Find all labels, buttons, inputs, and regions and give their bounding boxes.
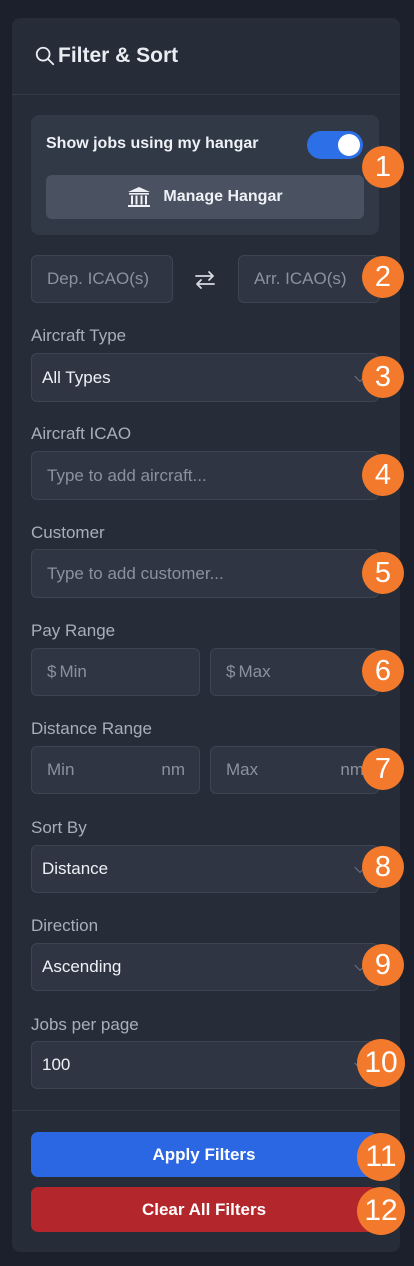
annotation-badge: 6	[362, 650, 404, 692]
direction-select[interactable]: Ascending	[31, 943, 379, 991]
distance-range-label: Distance Range	[31, 719, 152, 738]
annotation-badge: 1	[362, 146, 404, 188]
distance-min-placeholder: Min	[47, 760, 75, 779]
pay-range-label: Pay Range	[31, 621, 116, 640]
apply-filters-button[interactable]: Apply Filters	[31, 1132, 377, 1177]
distance-min-input[interactable]: Min nm	[31, 746, 200, 794]
aircraft-icao-input[interactable]: Type to add aircraft...	[31, 451, 379, 500]
customer-label: Customer	[31, 523, 105, 542]
arr-icao-placeholder: Arr. ICAO(s)	[254, 269, 347, 288]
annotation-badge: 12	[357, 1187, 405, 1235]
distance-max-placeholder: Max	[226, 760, 259, 779]
dep-icao-placeholder: Dep. ICAO(s)	[47, 269, 150, 288]
arr-icao-input[interactable]: Arr. ICAO(s)	[238, 255, 380, 303]
distance-max-input[interactable]: Max nm	[210, 746, 379, 794]
customer-placeholder: Type to add customer...	[47, 563, 224, 583]
dollar-sign: $	[47, 662, 57, 681]
annotation-badge: 7	[362, 748, 404, 790]
annotation-badge: 9	[362, 944, 404, 986]
pay-max-placeholder: Max	[238, 662, 271, 681]
pay-min-placeholder: Min	[59, 662, 87, 681]
aircraft-type-value: All Types	[42, 367, 111, 387]
hangar-toggle[interactable]	[307, 131, 363, 159]
jobs-per-page-value: 100	[42, 1055, 71, 1074]
pay-min-input[interactable]: $ Min	[31, 648, 200, 696]
annotation-badge: 3	[362, 356, 404, 398]
annotation-badge: 11	[357, 1133, 405, 1181]
annotation-badge: 5	[362, 552, 404, 594]
customer-input[interactable]: Type to add customer...	[31, 549, 379, 598]
aircraft-icao-label: Aircraft ICAO	[31, 424, 132, 443]
aircraft-type-select[interactable]: All Types	[31, 353, 379, 402]
hangar-building-icon	[128, 187, 151, 207]
actions-divider	[12, 1110, 400, 1111]
hangar-toggle-label: Show jobs using my hangar	[46, 135, 259, 152]
swap-arrows-icon[interactable]	[193, 268, 217, 292]
aircraft-type-label: Aircraft Type	[31, 326, 127, 345]
clear-filters-button[interactable]: Clear All Filters	[31, 1187, 377, 1232]
sort-by-label: Sort By	[31, 818, 87, 837]
panel-title: Filter & Sort	[58, 44, 179, 67]
jobs-per-page-label: Jobs per page	[31, 1015, 139, 1034]
sort-by-select[interactable]: Distance	[31, 845, 379, 893]
jobs-per-page-select[interactable]: 100	[31, 1041, 379, 1089]
distance-unit: nm	[161, 760, 185, 779]
aircraft-icao-placeholder: Type to add aircraft...	[47, 465, 207, 485]
annotation-badge: 2	[362, 256, 404, 298]
direction-value: Ascending	[42, 957, 122, 976]
annotation-badge: 4	[362, 454, 404, 496]
distance-unit: nm	[340, 760, 364, 779]
toggle-knob	[338, 134, 360, 156]
search-icon	[35, 46, 55, 66]
sort-by-value: Distance	[42, 859, 109, 878]
annotation-badge: 8	[362, 846, 404, 888]
hangar-section: Show jobs using my hangar Manage Hangar	[31, 115, 379, 235]
manage-hangar-button[interactable]: Manage Hangar	[46, 175, 364, 219]
annotation-badge: 10	[357, 1039, 405, 1087]
dep-icao-input[interactable]: Dep. ICAO(s)	[31, 255, 173, 303]
panel-header: Filter & Sort	[12, 18, 400, 95]
direction-label: Direction	[31, 916, 99, 935]
filter-panel: Filter & Sort Show jobs using my hangar …	[12, 18, 400, 1252]
pay-max-input[interactable]: $ Max	[210, 648, 379, 696]
manage-hangar-label: Manage Hangar	[163, 188, 283, 205]
dollar-sign: $	[226, 662, 236, 681]
